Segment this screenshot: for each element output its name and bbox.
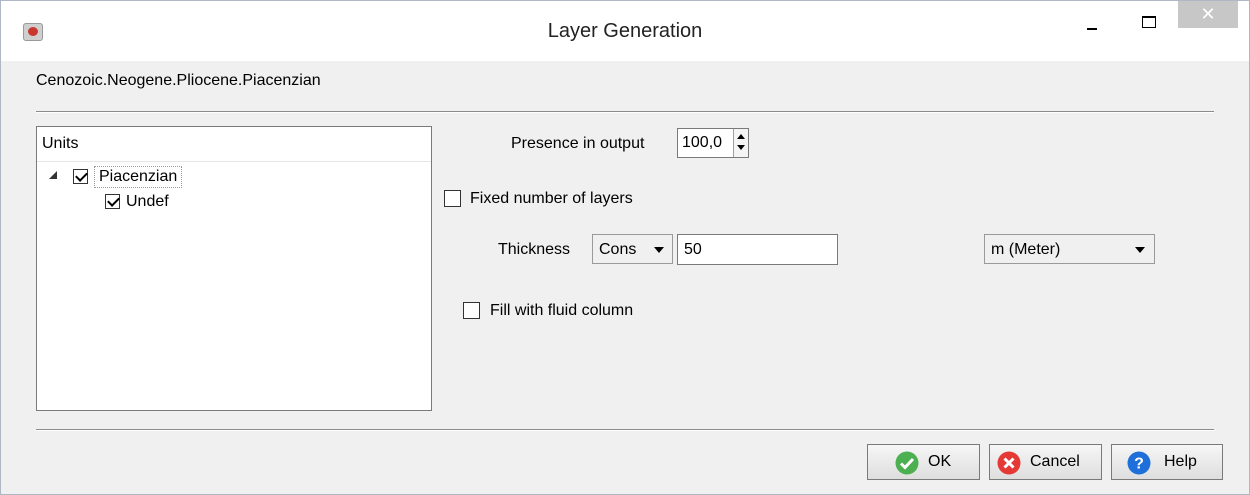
expand-triangle-icon	[49, 171, 57, 179]
divider-top	[36, 111, 1214, 113]
presence-value: 100,0	[682, 134, 723, 151]
spin-down-icon[interactable]	[737, 145, 745, 150]
unit-value: m (Meter)	[991, 241, 1061, 258]
tree-item-piacenzian[interactable]: Piacenzian	[73, 166, 183, 188]
close-icon: ✕	[1200, 4, 1216, 24]
units-header: Units	[37, 127, 431, 162]
thickness-mode-value: Cons	[599, 241, 637, 258]
thickness-input[interactable]: 50	[677, 234, 838, 265]
window-title: Layer Generation	[547, 20, 703, 42]
help-icon: ?	[1127, 451, 1151, 475]
unit-dropdown[interactable]: m (Meter)	[984, 234, 1155, 264]
divider-bottom	[36, 429, 1214, 431]
ok-button[interactable]: OK	[867, 444, 980, 480]
checkmark-icon	[895, 451, 919, 475]
fixed-layers-checkbox[interactable]	[444, 190, 461, 207]
cancel-button[interactable]: Cancel	[989, 444, 1102, 480]
layer-generation-dialog: Layer Generation ✕ Cenozoic.Neogene.Plio…	[0, 0, 1250, 495]
fluid-column-checkbox[interactable]	[463, 302, 480, 319]
presence-spinner[interactable]: 100,0	[677, 128, 749, 158]
fluid-column-label: Fill with fluid column	[490, 302, 634, 319]
spin-up-icon[interactable]	[737, 134, 745, 139]
presence-label: Presence in output	[511, 135, 645, 152]
help-button[interactable]: ? Help	[1111, 444, 1223, 480]
minimize-button[interactable]	[1077, 9, 1107, 35]
fixed-layers-label: Fixed number of layers	[470, 190, 633, 207]
tree-item-label: Piacenzian	[94, 166, 183, 188]
tree-item-undef[interactable]: Undef	[105, 192, 169, 212]
chevron-down-icon	[1135, 247, 1145, 253]
svg-text:?: ?	[1134, 456, 1144, 473]
maximize-button[interactable]	[1134, 9, 1164, 35]
cancel-label: Cancel	[1030, 453, 1080, 470]
thickness-label: Thickness	[498, 241, 571, 258]
checkbox-undef[interactable]	[105, 194, 120, 210]
checkbox-piacenzian[interactable]	[73, 169, 88, 185]
help-label: Help	[1164, 453, 1197, 470]
cancel-icon	[997, 451, 1021, 475]
thickness-mode-dropdown[interactable]: Cons	[592, 234, 673, 264]
chevron-down-icon	[654, 247, 664, 253]
thickness-value: 50	[684, 241, 702, 258]
spinner-buttons[interactable]	[733, 129, 748, 157]
breadcrumb: Cenozoic.Neogene.Pliocene.Piacenzian	[36, 72, 321, 89]
ok-label: OK	[928, 453, 952, 470]
title-bar: Layer Generation ✕	[1, 1, 1249, 61]
close-button[interactable]: ✕	[1178, 1, 1238, 28]
tree-item-label: Undef	[126, 193, 169, 210]
units-tree[interactable]: Units Piacenzian Undef	[36, 126, 432, 411]
